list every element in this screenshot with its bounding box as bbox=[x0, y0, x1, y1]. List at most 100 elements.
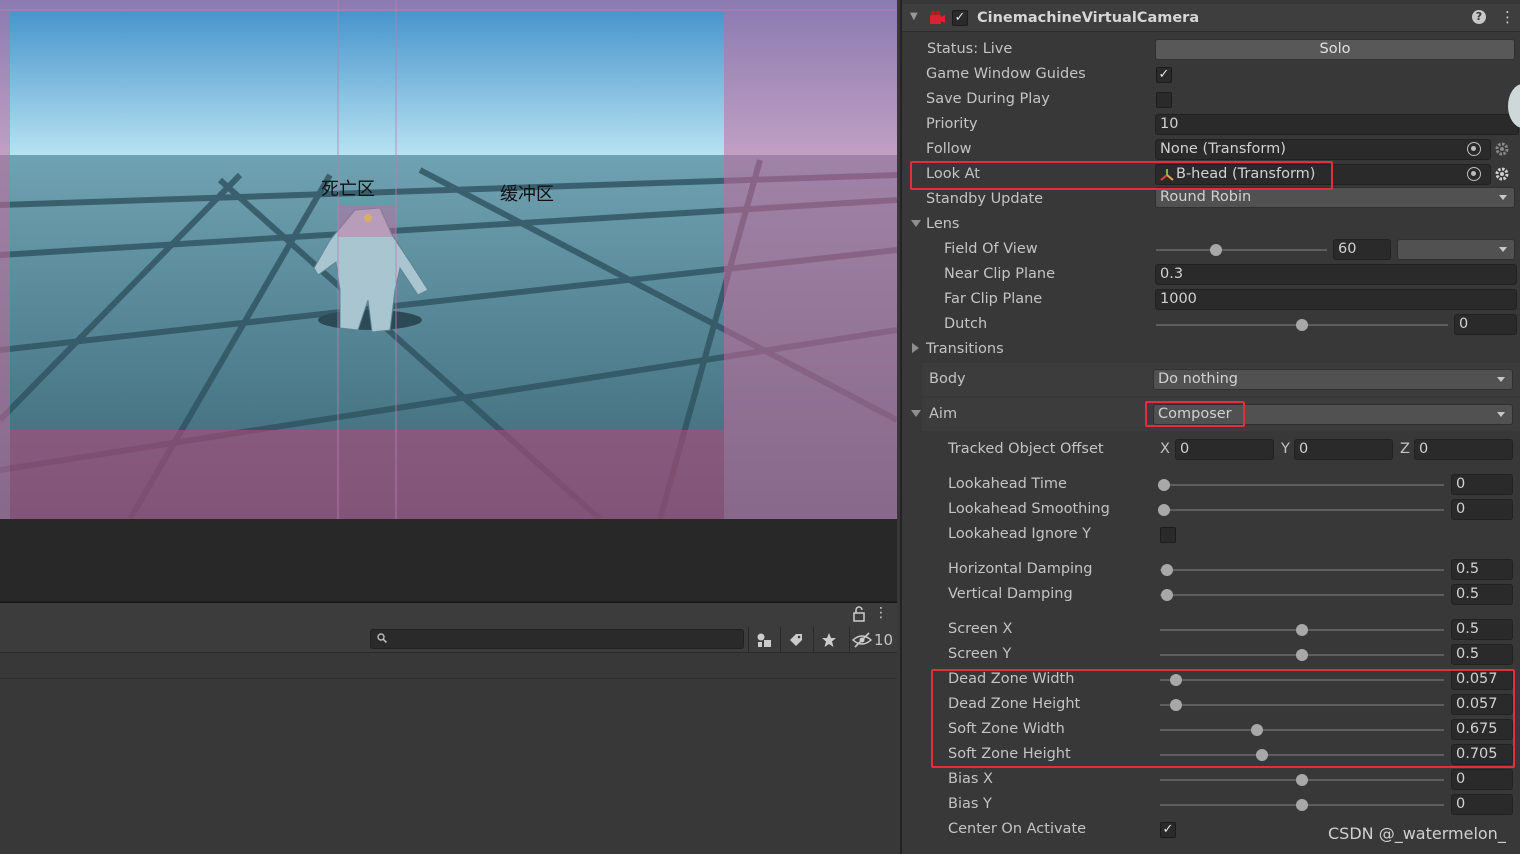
body-dropdown[interactable]: Do nothing bbox=[1153, 369, 1513, 390]
lookahead-time-row: Lookahead Time 0 bbox=[902, 472, 1520, 497]
dead-zone-height-slider-thumb[interactable] bbox=[1170, 699, 1183, 711]
lock-icon[interactable] bbox=[852, 606, 866, 622]
horizontal-damping-input[interactable]: 0.5 bbox=[1451, 559, 1513, 580]
object-picker-icon[interactable] bbox=[1467, 142, 1481, 156]
vertical-damping-slider-track[interactable] bbox=[1160, 594, 1444, 596]
gear-icon[interactable] bbox=[1494, 141, 1510, 157]
vertical-damping-input[interactable]: 0.5 bbox=[1451, 584, 1513, 605]
dutch-input[interactable]: 0 bbox=[1454, 314, 1517, 335]
vertical-damping-slider-thumb[interactable] bbox=[1161, 589, 1174, 601]
lookahead-time-input[interactable]: 0 bbox=[1451, 474, 1513, 495]
bias-y-input[interactable]: 0 bbox=[1451, 794, 1513, 815]
transitions-foldout[interactable]: Transitions bbox=[902, 337, 1520, 362]
screen-y-input[interactable]: 0.5 bbox=[1451, 644, 1513, 665]
lens-foldout[interactable]: Lens bbox=[902, 212, 1520, 237]
more-options-icon[interactable]: ⋮ bbox=[1500, 9, 1515, 25]
status-label: Status: Live bbox=[927, 41, 1013, 57]
horizontal-damping-slider-track[interactable] bbox=[1160, 569, 1444, 571]
object-picker-icon[interactable] bbox=[1467, 167, 1481, 181]
field-label: Soft Zone Height bbox=[948, 746, 1071, 762]
priority-input[interactable]: 10 bbox=[1155, 114, 1519, 135]
soft-zone-width-input[interactable]: 0.675 bbox=[1451, 719, 1513, 740]
center-on-activate-checkbox[interactable]: ✓ bbox=[1160, 822, 1176, 838]
soft-zone-height-slider-track[interactable] bbox=[1160, 754, 1444, 756]
dead-zone-height-slider-track[interactable] bbox=[1160, 704, 1444, 706]
field-label: Lookahead Ignore Y bbox=[948, 526, 1091, 542]
save-during-play-checkbox[interactable] bbox=[1156, 92, 1172, 108]
bias-y-slider-thumb[interactable] bbox=[1296, 799, 1308, 811]
transform-icon bbox=[1160, 169, 1174, 181]
lookahead-smoothing-slider-thumb[interactable] bbox=[1158, 504, 1170, 516]
favorites-button[interactable] bbox=[813, 627, 843, 653]
lookahead-time-slider-track[interactable] bbox=[1164, 484, 1444, 486]
horizontal-damping-slider-thumb[interactable] bbox=[1161, 564, 1174, 576]
soft-zone-width-row: Soft Zone Width 0.675 bbox=[902, 717, 1520, 742]
offset-z-input[interactable]: 0 bbox=[1414, 439, 1513, 460]
solo-button[interactable]: Solo bbox=[1155, 39, 1515, 60]
section-label: Lens bbox=[926, 216, 960, 232]
bias-x-slider-thumb[interactable] bbox=[1296, 774, 1308, 786]
bias-x-input[interactable]: 0 bbox=[1451, 769, 1513, 790]
soft-zone-height-row: Soft Zone Height 0.705 bbox=[902, 742, 1520, 767]
dropdown-value: Round Robin bbox=[1160, 189, 1252, 205]
dead-zone-height-input[interactable]: 0.057 bbox=[1451, 694, 1513, 715]
fov-preset-dropdown[interactable] bbox=[1397, 239, 1515, 260]
lookahead-ignore-y-checkbox[interactable] bbox=[1160, 527, 1176, 543]
filter-by-type-button[interactable] bbox=[748, 627, 778, 653]
dead-zone-width-slider-thumb[interactable] bbox=[1170, 674, 1183, 686]
screen-x-slider-thumb[interactable] bbox=[1296, 624, 1308, 636]
soft-zone-height-input[interactable]: 0.705 bbox=[1451, 744, 1513, 765]
fold-closed-icon[interactable] bbox=[912, 343, 919, 353]
divider bbox=[0, 678, 897, 679]
field-label: Soft Zone Width bbox=[948, 721, 1065, 737]
filter-by-label-button[interactable] bbox=[780, 627, 810, 653]
lookahead-smoothing-slider-track[interactable] bbox=[1164, 509, 1444, 511]
project-panel: ⋮ 10 bbox=[0, 603, 897, 854]
fov-slider-thumb[interactable] bbox=[1209, 244, 1222, 256]
soft-zone-height-slider-thumb[interactable] bbox=[1256, 749, 1269, 761]
offset-x-input[interactable]: 0 bbox=[1175, 439, 1274, 460]
field-label: Horizontal Damping bbox=[948, 561, 1093, 577]
field-label: Lookahead Smoothing bbox=[948, 501, 1110, 517]
offset-y-input[interactable]: 0 bbox=[1294, 439, 1393, 460]
screen-x-input[interactable]: 0.5 bbox=[1451, 619, 1513, 640]
collapse-arrow-icon[interactable]: ▼ bbox=[910, 11, 918, 22]
soft-zone-label: 缓冲区 bbox=[500, 184, 554, 205]
standby-update-dropdown[interactable]: Round Robin bbox=[1155, 187, 1515, 208]
screen-y-slider-thumb[interactable] bbox=[1296, 649, 1308, 661]
dead-zone-width-input[interactable]: 0.057 bbox=[1451, 669, 1513, 690]
follow-object-field[interactable]: None (Transform) bbox=[1155, 139, 1491, 160]
bias-x-row: Bias X 0 bbox=[902, 767, 1520, 792]
dead-zone-width-row: Dead Zone Width 0.057 bbox=[902, 667, 1520, 692]
look-at-value: B-head (Transform) bbox=[1176, 166, 1316, 182]
fold-open-icon[interactable] bbox=[911, 220, 921, 227]
fov-input[interactable]: 60 bbox=[1333, 239, 1391, 260]
aim-dropdown[interactable]: Composer bbox=[1153, 404, 1513, 425]
soft-zone-width-slider-thumb[interactable] bbox=[1250, 724, 1263, 736]
game-view[interactable]: 死亡区 缓冲区 bbox=[0, 0, 897, 519]
soft-zone-width-slider-track[interactable] bbox=[1160, 729, 1444, 731]
field-label: Look At bbox=[926, 166, 980, 182]
body-row: Body Do nothing bbox=[902, 367, 1520, 392]
component-header[interactable]: ▼ ✓ CinemachineVirtualCamera ? ⋮ bbox=[902, 4, 1520, 32]
fold-open-icon[interactable] bbox=[911, 410, 921, 417]
lookahead-time-slider-thumb[interactable] bbox=[1158, 479, 1170, 491]
game-window-guides-checkbox[interactable]: ✓ bbox=[1156, 67, 1172, 83]
far-clip-plane-input[interactable]: 1000 bbox=[1155, 289, 1517, 310]
lookahead-smoothing-input[interactable]: 0 bbox=[1451, 499, 1513, 520]
near-clip-plane-input[interactable]: 0.3 bbox=[1155, 264, 1517, 285]
help-icon[interactable]: ? bbox=[1472, 10, 1486, 24]
fov-slider-track[interactable] bbox=[1156, 249, 1327, 251]
gear-icon[interactable] bbox=[1494, 166, 1510, 182]
look-at-object-field[interactable]: B-head (Transform) bbox=[1155, 164, 1491, 185]
dutch-slider-thumb[interactable] bbox=[1296, 319, 1308, 331]
hidden-packages-toggle[interactable]: 10 bbox=[849, 627, 895, 653]
dead-zone-width-slider-track[interactable] bbox=[1160, 679, 1444, 681]
y-label: Y bbox=[1281, 441, 1290, 457]
field-label: Dead Zone Width bbox=[948, 671, 1075, 687]
shapes-icon bbox=[757, 633, 771, 647]
component-enabled-checkbox[interactable]: ✓ bbox=[952, 10, 968, 26]
search-input[interactable] bbox=[370, 629, 744, 649]
more-options-icon[interactable]: ⋮ bbox=[874, 605, 888, 623]
section-label: Transitions bbox=[926, 341, 1004, 357]
